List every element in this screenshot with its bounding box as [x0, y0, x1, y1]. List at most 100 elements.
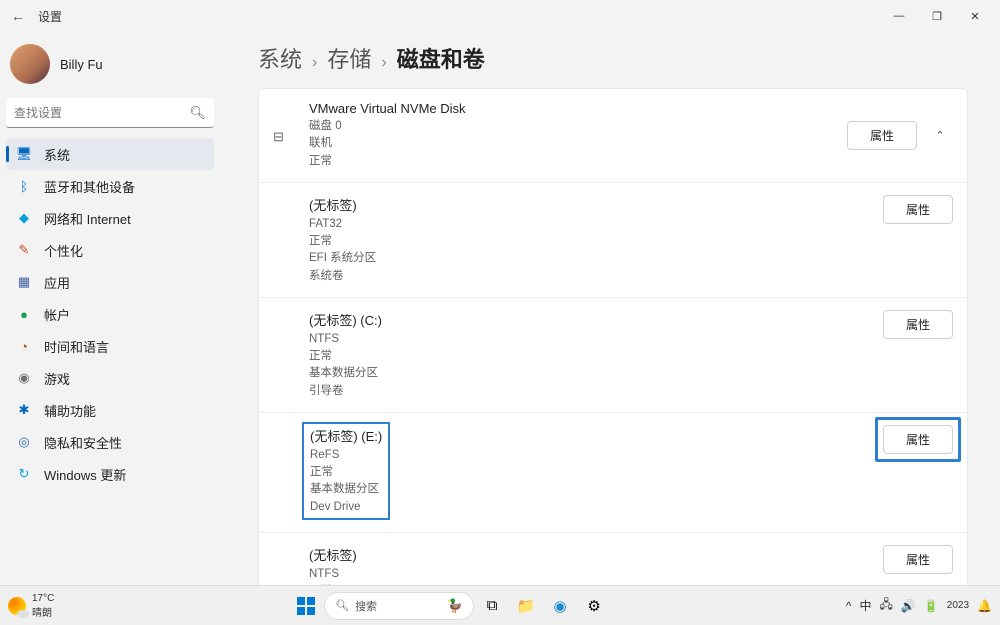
- back-button[interactable]: ←: [6, 4, 30, 28]
- search-input[interactable]: [6, 98, 214, 128]
- settings-icon[interactable]: ⚙: [578, 590, 610, 622]
- sidebar-item-蓝牙和其他设备[interactable]: ᛒ 蓝牙和其他设备: [6, 170, 214, 202]
- search-icon: 🔍︎: [189, 105, 206, 121]
- chevron-right-icon: ›: [381, 54, 386, 72]
- time-icon: ◔: [16, 338, 32, 354]
- taskview-icon[interactable]: ⧉: [476, 590, 508, 622]
- volume-info-line: 正常: [309, 233, 883, 250]
- battery-icon[interactable]: 🔋: [924, 599, 939, 613]
- properties-button[interactable]: 属性: [847, 121, 917, 150]
- content-area: 系统 › 存储 › 磁盘和卷 ⊟ VMware Virtual NVMe Disk…: [220, 32, 1000, 585]
- properties-button[interactable]: 属性: [883, 545, 953, 574]
- privacy-icon: ◎: [16, 434, 32, 450]
- sidebar-item-应用[interactable]: ▦ 应用: [6, 266, 214, 298]
- volume-info-line: 正常: [309, 348, 883, 365]
- clock-year[interactable]: 2023: [947, 600, 969, 611]
- ime-indicator[interactable]: 中: [859, 597, 871, 614]
- disk-card: ⊟VMware Virtual NVMe Disk磁盘 0联机正常属性⌃(无标签…: [258, 88, 968, 585]
- nav-label: 网络和 Internet: [44, 209, 131, 228]
- nav-label: 应用: [44, 273, 70, 292]
- close-button[interactable]: ✕: [956, 2, 994, 30]
- sidebar-item-时间和语言[interactable]: ◔时间和语言: [6, 330, 214, 362]
- volume-info-line: NTFS: [309, 566, 883, 583]
- volume-info-line: EFI 系统分区: [309, 250, 883, 267]
- search-deco-icon: 🦆: [447, 598, 463, 614]
- edge-icon[interactable]: ◉: [544, 590, 576, 622]
- volume-title: (无标签): [309, 195, 883, 214]
- accessibility-icon: ✱: [16, 402, 32, 418]
- nav-label: 个性化: [44, 241, 83, 260]
- volume-info-line: ReFS: [310, 447, 382, 464]
- avatar: [10, 44, 50, 84]
- window-title: 设置: [38, 8, 62, 25]
- disk-icon: ⊟: [273, 129, 297, 145]
- sidebar-item-系统[interactable]: 🖥 系统: [6, 138, 214, 170]
- update-icon: ↻: [16, 466, 32, 482]
- user-name: Billy Fu: [60, 57, 103, 72]
- nav-label: 系统: [44, 145, 70, 164]
- bluetooth-icon: ᛒ: [16, 178, 32, 194]
- volume-row[interactable]: (无标签) (E:) ReFS正常基本数据分区Dev Drive 属性: [259, 413, 967, 533]
- disks-container: ⊟VMware Virtual NVMe Disk磁盘 0联机正常属性⌃(无标签…: [258, 88, 968, 585]
- breadcrumb-current: 磁盘和卷: [397, 42, 485, 74]
- gaming-icon: ◉: [16, 370, 32, 386]
- notification-icon[interactable]: 🔔: [977, 599, 992, 613]
- properties-button[interactable]: 属性: [883, 195, 953, 224]
- weather-temp: 17°C: [32, 593, 54, 604]
- disk-title: VMware Virtual NVMe Disk: [309, 101, 847, 116]
- sidebar-item-Windows 更新[interactable]: ↻ Windows 更新: [6, 458, 214, 490]
- minimize-button[interactable]: —: [880, 2, 918, 30]
- volume-title: (无标签) (C:): [309, 310, 883, 329]
- volume-icon[interactable]: 🔊: [901, 599, 916, 613]
- volume-info-line: 基本数据分区: [310, 481, 382, 498]
- volume-info-line: Dev Drive: [310, 499, 382, 516]
- disk-info-line: 联机: [309, 135, 847, 152]
- network-icon[interactable]: 🖧: [880, 595, 893, 616]
- volume-row[interactable]: (无标签)NTFS正常Microsoft 恢复分区属性: [259, 533, 967, 585]
- search-box: 🔍︎: [6, 98, 214, 128]
- search-icon: 🔍︎: [335, 599, 349, 612]
- volume-info-line: 基本数据分区: [309, 365, 883, 382]
- sidebar-item-游戏[interactable]: ◉游戏: [6, 362, 214, 394]
- volume-title: (无标签) (E:): [310, 426, 382, 445]
- nav-label: 辅助功能: [44, 401, 96, 420]
- personalize-icon: ✎: [16, 242, 32, 258]
- nav-list: 🖥 系统 ᛒ 蓝牙和其他设备 ◆ 网络和 Internet ✎ 个性化 ▦ 应用 ●帐户◔时间和语言…: [6, 138, 214, 490]
- volume-info-line: 系统卷: [309, 268, 883, 285]
- user-info[interactable]: Billy Fu: [6, 38, 214, 98]
- properties-button[interactable]: 属性: [883, 425, 953, 454]
- start-button[interactable]: [290, 590, 322, 622]
- window-controls: — ❐ ✕: [880, 2, 994, 30]
- disk-info-line: 磁盘 0: [309, 118, 847, 135]
- maximize-button[interactable]: ❐: [918, 2, 956, 30]
- volume-row[interactable]: (无标签)FAT32正常EFI 系统分区系统卷属性: [259, 183, 967, 298]
- sidebar-item-隐私和安全性[interactable]: ◎ 隐私和安全性: [6, 426, 214, 458]
- taskbar-center: 🔍︎ 搜索 🦆 ⧉ 📁 ◉ ⚙: [54, 590, 846, 622]
- system-icon: 🖥: [16, 146, 32, 162]
- volume-row[interactable]: (无标签) (C:)NTFS正常基本数据分区引导卷属性: [259, 298, 967, 413]
- account-icon: ●: [16, 306, 32, 322]
- sidebar-item-网络和 Internet[interactable]: ◆ 网络和 Internet: [6, 202, 214, 234]
- disk-header-row[interactable]: ⊟ VMware Virtual NVMe Disk 磁盘 0联机正常属性 ⌃: [259, 89, 967, 183]
- nav-label: 隐私和安全性: [44, 433, 122, 452]
- apps-icon: ▦: [16, 274, 32, 290]
- tray-chevron-icon[interactable]: ^: [846, 599, 852, 613]
- sidebar-item-个性化[interactable]: ✎ 个性化: [6, 234, 214, 266]
- explorer-icon[interactable]: 📁: [510, 590, 542, 622]
- volume-info-line: 正常: [310, 464, 382, 481]
- sidebar: Billy Fu 🔍︎ 🖥 系统 ᛒ 蓝牙和其他设备 ◆ 网络和 Internet ✎ 个性化…: [0, 32, 220, 585]
- sidebar-item-帐户[interactable]: ●帐户: [6, 298, 214, 330]
- system-tray: ^ 中 🖧 🔊 🔋 2023 🔔: [846, 595, 1000, 616]
- sidebar-item-辅助功能[interactable]: ✱ 辅助功能: [6, 394, 214, 426]
- weather-widget[interactable]: 17°C 晴朗: [0, 593, 54, 619]
- nav-label: Windows 更新: [44, 465, 126, 484]
- taskbar-search[interactable]: 🔍︎ 搜索 🦆: [324, 592, 474, 620]
- disk-info-line: 正常: [309, 153, 847, 170]
- breadcrumb-system[interactable]: 系统: [258, 42, 302, 74]
- chevron-toggle-icon[interactable]: ⌃: [927, 122, 953, 148]
- breadcrumb-storage[interactable]: 存储: [327, 42, 371, 74]
- wifi-icon: ◆: [16, 210, 32, 226]
- breadcrumb: 系统 › 存储 › 磁盘和卷: [258, 42, 968, 74]
- properties-button[interactable]: 属性: [883, 310, 953, 339]
- nav-label: 蓝牙和其他设备: [44, 177, 135, 196]
